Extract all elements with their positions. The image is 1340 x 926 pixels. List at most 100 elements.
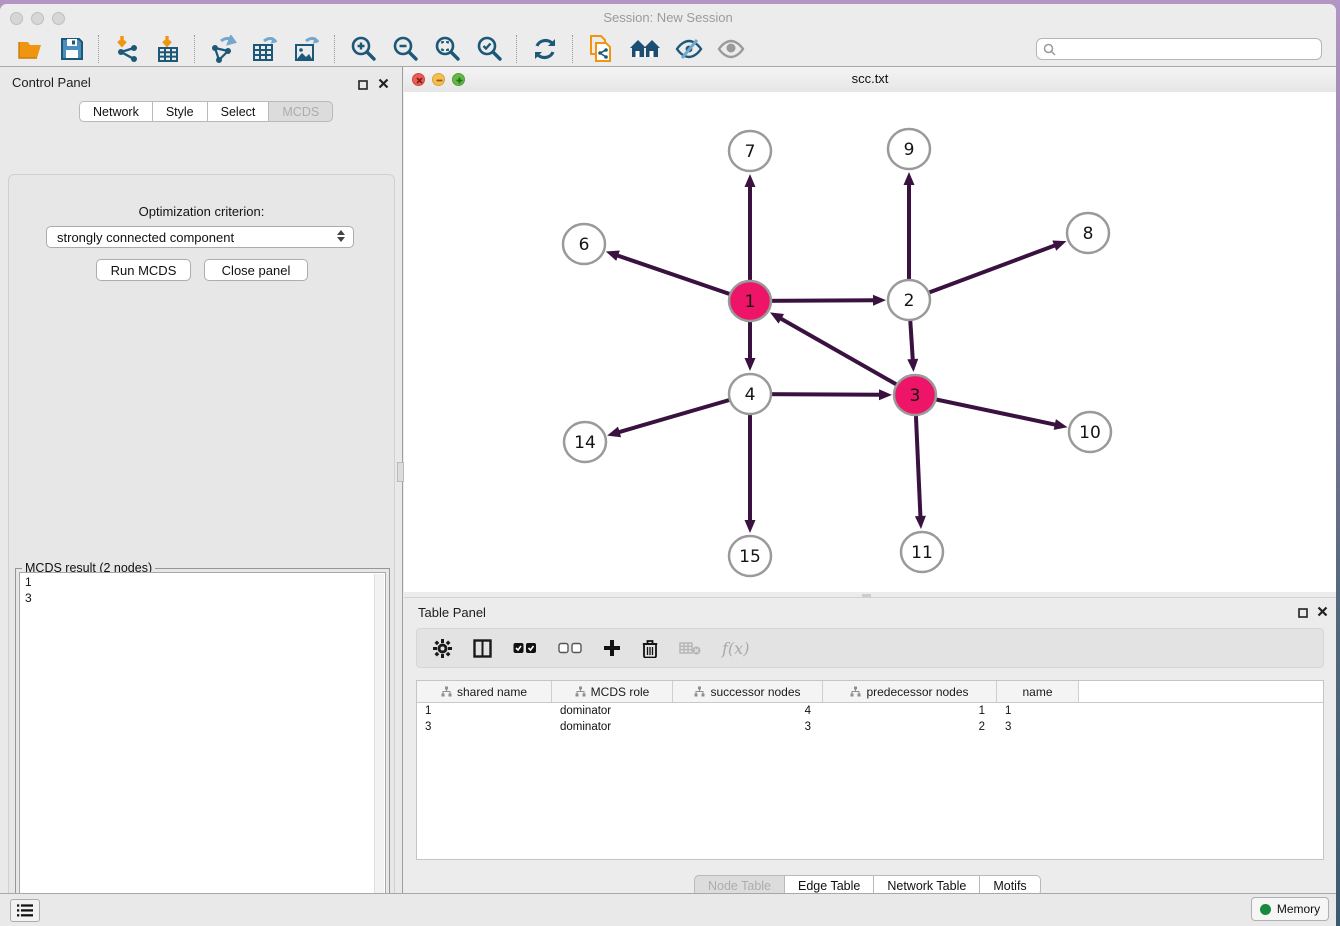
cell-successor-nodes: 4	[673, 703, 823, 719]
cell-predecessor-nodes: 2	[823, 719, 997, 735]
tab-network[interactable]: Network	[79, 101, 153, 122]
network-graph: 1234678910111415	[404, 92, 1336, 592]
column-header-mcds-role[interactable]: MCDS role	[552, 681, 673, 702]
edge-arrowhead	[745, 174, 756, 187]
column-header-predecessor-nodes[interactable]: predecessor nodes	[823, 681, 997, 702]
export-image-button[interactable]	[286, 33, 328, 65]
result-scrollbar[interactable]	[374, 574, 384, 926]
mcds-result-textarea[interactable]: 1 3	[19, 572, 386, 926]
zoom-fit-button[interactable]	[426, 33, 468, 65]
import-table-icon	[155, 35, 181, 63]
column-label: MCDS role	[591, 685, 650, 699]
open-session-button[interactable]	[10, 33, 52, 65]
select-all-columns-button[interactable]	[513, 642, 537, 654]
export-network-button[interactable]	[202, 33, 244, 65]
table-body: 1dominator4113dominator323	[417, 703, 1323, 735]
memory-label: Memory	[1277, 902, 1320, 916]
select-stepper-icon	[337, 230, 345, 242]
panel-splitter-handle[interactable]	[397, 462, 404, 482]
import-network-button[interactable]	[106, 33, 148, 65]
cell-shared-name: 1	[417, 703, 552, 719]
first-neighbors-button[interactable]	[622, 33, 668, 65]
toolbar-separator	[194, 35, 196, 63]
tab-select[interactable]: Select	[208, 101, 270, 122]
column-header-successor-nodes[interactable]: successor nodes	[673, 681, 823, 702]
checked-boxes-icon	[513, 642, 537, 654]
table-settings-button[interactable]	[433, 639, 452, 658]
node-label-15: 15	[739, 547, 761, 567]
mcds-panel: Optimization criterion: strongly connect…	[8, 174, 395, 926]
cell-successor-nodes: 3	[673, 719, 823, 735]
column-label: name	[1022, 685, 1052, 699]
column-header-shared-name[interactable]: shared name	[417, 681, 552, 702]
edge-2-8[interactable]	[909, 245, 1057, 300]
edge-arrowhead	[907, 359, 918, 372]
app-titlebar: Session: New Session	[0, 4, 1336, 33]
control-panel-tabs: NetworkStyleSelectMCDS	[79, 101, 333, 122]
task-history-button[interactable]	[10, 899, 40, 922]
hide-selected-button[interactable]	[668, 33, 710, 65]
save-icon	[59, 36, 85, 62]
cell-predecessor-nodes: 1	[823, 703, 997, 719]
control-panel-float-icon[interactable]	[358, 77, 368, 95]
edge-arrowhead	[1054, 419, 1068, 430]
gear-icon	[433, 639, 452, 658]
zoom-selected-button[interactable]	[468, 33, 510, 65]
save-session-button[interactable]	[52, 33, 92, 65]
edge-arrowhead	[606, 250, 620, 260]
show-all-button[interactable]	[710, 33, 752, 65]
node-table: shared name MCDS role successor nodesprede…	[416, 680, 1324, 860]
memory-button[interactable]: Memory	[1251, 897, 1329, 921]
clone-network-button[interactable]	[580, 33, 622, 65]
zoom-in-icon	[349, 35, 377, 63]
import-table-button[interactable]	[148, 33, 188, 65]
search-input[interactable]	[1060, 39, 1321, 59]
table-panel-float-icon[interactable]	[1298, 605, 1308, 623]
status-bar: Memory	[0, 893, 1336, 926]
edge-3-1[interactable]	[779, 317, 915, 395]
export-table-button[interactable]	[244, 33, 286, 65]
eye-slash-icon	[675, 37, 703, 61]
export-network-icon	[209, 35, 237, 63]
zoom-out-button[interactable]	[384, 33, 426, 65]
table-panel-close-icon[interactable]	[1317, 604, 1328, 622]
optimization-criterion-label: Optimization criterion:	[9, 204, 394, 219]
refresh-icon	[531, 36, 559, 62]
deselect-all-columns-button[interactable]	[558, 642, 582, 654]
tab-style[interactable]: Style	[153, 101, 208, 122]
table-row[interactable]: 1dominator411	[417, 703, 1323, 719]
edge-arrowhead	[915, 516, 926, 529]
zoom-out-icon	[391, 35, 419, 63]
node-label-2: 2	[904, 291, 915, 311]
node-label-7: 7	[745, 142, 756, 162]
list-icon	[17, 904, 33, 917]
add-column-button[interactable]	[603, 639, 621, 657]
mcds-result-lines: 1 3	[25, 575, 32, 606]
column-header-name[interactable]: name	[997, 681, 1079, 702]
close-panel-button[interactable]: Close panel	[204, 259, 308, 281]
run-mcds-button[interactable]: Run MCDS	[96, 259, 191, 281]
apply-layout-button[interactable]	[524, 33, 566, 65]
node-label-10: 10	[1079, 423, 1101, 443]
toggle-panel-layout-button[interactable]	[473, 639, 492, 658]
delete-column-button[interactable]	[642, 639, 658, 658]
control-panel-close-icon[interactable]	[378, 76, 389, 94]
table-row[interactable]: 3dominator323	[417, 719, 1323, 735]
zoom-fit-icon	[433, 35, 461, 63]
cell-name: 1	[997, 703, 1079, 719]
control-panel-title: Control Panel	[12, 75, 91, 90]
import-network-icon	[113, 35, 141, 63]
table-panel: Table Panel	[404, 597, 1336, 894]
network-canvas[interactable]: 1234678910111415	[404, 92, 1336, 592]
table-header-row: shared name MCDS role successor nodesprede…	[417, 681, 1323, 703]
node-label-14: 14	[574, 433, 596, 453]
tab-mcds[interactable]: MCDS	[269, 101, 333, 122]
delete-table-button-disabled	[679, 641, 701, 655]
criterion-select[interactable]: strongly connected component	[46, 226, 354, 248]
node-label-6: 6	[579, 235, 590, 255]
zoom-in-button[interactable]	[342, 33, 384, 65]
shared-column-icon	[441, 686, 452, 697]
split-panel-icon	[473, 639, 492, 658]
column-label: shared name	[457, 685, 527, 699]
app-title: Session: New Session	[0, 10, 1336, 25]
